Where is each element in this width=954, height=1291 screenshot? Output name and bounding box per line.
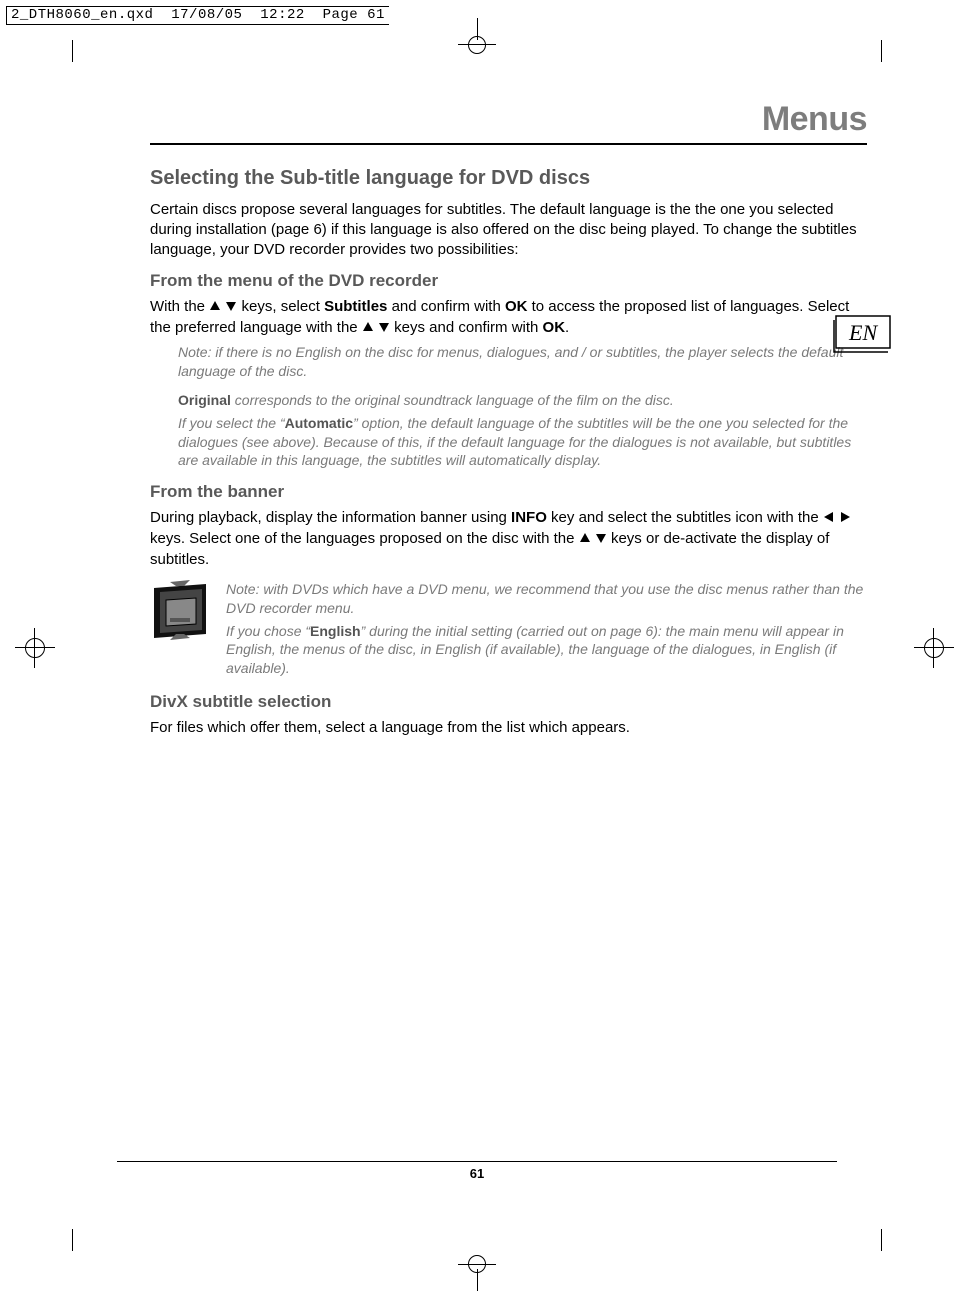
up-triangle-icon	[209, 298, 221, 318]
prepress-date: 17/08/05	[171, 7, 242, 23]
section-title-divx: DivX subtitle selection	[150, 692, 867, 712]
page-frame: Menus Selecting the Sub-title language f…	[72, 40, 882, 1251]
subtitle-screen-icon	[150, 576, 210, 644]
left-triangle-icon	[823, 509, 835, 529]
prepress-header: 2_DTH8060_en.qxd 17/08/05 12:22 Page 61	[0, 0, 954, 27]
up-triangle-icon	[362, 319, 374, 339]
section-title-subtitle-lang: Selecting the Sub-title language for DVD…	[150, 167, 867, 190]
page-number: 61	[117, 1161, 837, 1181]
up-triangle-icon	[579, 530, 591, 550]
chapter-title: Menus	[150, 100, 867, 145]
crop-mark-bottom	[458, 1251, 498, 1291]
body-text: Certain discs propose several languages …	[150, 200, 867, 259]
note-text: If you chose “English” during the initia…	[226, 622, 867, 679]
registration-mark-right	[914, 628, 954, 668]
note-text: If you select the “Automatic” option, th…	[178, 414, 867, 471]
registration-mark-left	[15, 628, 55, 668]
prepress-time: 12:22	[260, 7, 305, 23]
down-triangle-icon	[225, 298, 237, 318]
body-text: For files which offer them, select a lan…	[150, 718, 867, 738]
note-text: Note: with DVDs which have a DVD menu, w…	[226, 580, 867, 618]
section-title-from-banner: From the banner	[150, 482, 867, 502]
note-text: Note: if there is no English on the disc…	[178, 343, 867, 381]
right-triangle-icon	[839, 509, 851, 529]
body-text: With the keys, select Subtitles and conf…	[150, 297, 867, 339]
body-text: During playback, display the information…	[150, 508, 867, 569]
content-area: Menus Selecting the Sub-title language f…	[150, 100, 867, 742]
prepress-filename: 2_DTH8060_en.qxd	[11, 7, 153, 23]
section-title-from-menu: From the menu of the DVD recorder	[150, 271, 867, 291]
down-triangle-icon	[378, 319, 390, 339]
down-triangle-icon	[595, 530, 607, 550]
note-text: Original corresponds to the original sou…	[178, 391, 867, 410]
prepress-page: Page 61	[323, 7, 385, 23]
